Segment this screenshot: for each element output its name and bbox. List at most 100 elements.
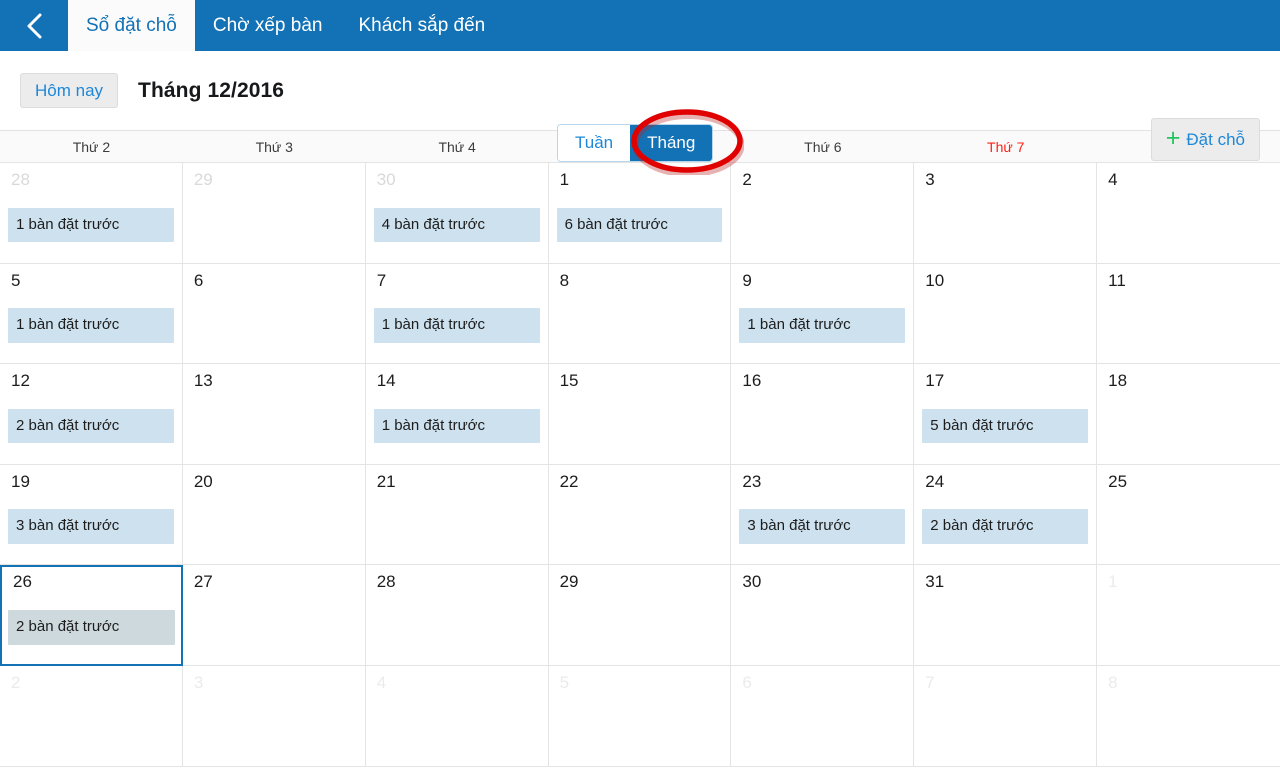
day-number: 19 (11, 471, 30, 491)
reservation-chip[interactable]: 1 bàn đặt trước (8, 207, 174, 243)
day-cell[interactable]: 13 (182, 364, 366, 465)
day-cell[interactable]: 27 (182, 565, 366, 666)
view-toggle-week[interactable]: Tuần (558, 125, 631, 162)
day-number: 2 (742, 170, 752, 189)
day-cell[interactable]: 30 (731, 565, 915, 666)
add-reservation-button[interactable]: + Đặt chỗ (1150, 118, 1260, 161)
day-number: 7 (376, 270, 387, 290)
back-button[interactable] (0, 0, 68, 51)
plus-icon: + (1165, 124, 1181, 152)
reservation-chip[interactable]: 2 bàn đặt trước (8, 610, 175, 645)
reservation-chip[interactable]: 1 bàn đặt trước (373, 408, 540, 444)
day-number: 9 (742, 270, 752, 290)
view-toggle-group: Tuần Tháng (557, 124, 714, 163)
page-title: Tháng 12/2016 (138, 78, 285, 102)
view-toggle-month-label: Tháng (647, 133, 696, 152)
day-cell[interactable]: 6 (182, 263, 366, 365)
day-number: 15 (559, 371, 579, 391)
day-number: 8 (559, 270, 570, 290)
day-cell[interactable]: 29 (182, 163, 366, 264)
day-number: 25 (1108, 471, 1128, 491)
day-cell[interactable]: 1 6 bàn đặt trước (548, 163, 732, 264)
reservation-chip[interactable]: 2 bàn đặt trước (922, 509, 1089, 544)
day-cell[interactable]: 2 (731, 163, 915, 264)
day-number: 21 (376, 471, 396, 491)
reservation-chip[interactable]: 4 bàn đặt trước (373, 207, 540, 243)
day-number: 4 (376, 672, 387, 692)
day-cell[interactable]: 22 (548, 464, 732, 566)
day-number: 14 (376, 371, 396, 391)
reservation-chip[interactable]: 3 bàn đặt trước (739, 509, 906, 544)
day-number: 26 (13, 572, 32, 592)
reservation-chip[interactable]: 5 bàn đặt trước (922, 408, 1089, 444)
day-number: 20 (193, 471, 213, 491)
reservation-chip[interactable]: 1 bàn đặt trước (739, 308, 906, 343)
day-cell[interactable]: 21 (365, 464, 549, 566)
reservation-chip[interactable]: 2 bàn đặt trước (8, 408, 174, 444)
today-button[interactable]: Hôm nay (20, 73, 119, 108)
reservation-chip[interactable]: 1 bàn đặt trước (8, 308, 174, 343)
day-cell[interactable]: 12 2 bàn đặt trước (0, 364, 183, 465)
day-cell[interactable]: 31 (914, 565, 1098, 666)
day-cell[interactable]: 29 (548, 565, 732, 666)
day-number: 7 (925, 672, 935, 692)
day-cell[interactable]: 8 (548, 263, 732, 365)
day-cell[interactable]: 5 1 bàn đặt trước (0, 263, 183, 365)
day-number: 10 (925, 270, 945, 290)
calendar-toolbar: Hôm nay Tháng 12/2016 Tuần Tháng + Đặt c… (0, 51, 1280, 175)
day-cell[interactable]: 20 (182, 464, 366, 566)
day-number: 13 (193, 371, 213, 391)
tab-khach-sap-den[interactable]: Khách sắp đến (340, 0, 503, 51)
day-cell[interactable]: 23 3 bàn đặt trước (731, 464, 915, 566)
day-cell[interactable]: 4 (365, 665, 549, 767)
day-cell[interactable]: 18 (1097, 364, 1280, 465)
day-cell[interactable]: 17 5 bàn đặt trước (914, 364, 1098, 465)
weekday-header-cell: Thứ 2 (72, 138, 111, 155)
day-cell[interactable]: 28 1 bàn đặt trước (0, 163, 183, 264)
day-cell[interactable]: 8 (1097, 665, 1280, 767)
day-cell[interactable]: 4 (1097, 163, 1280, 264)
day-cell[interactable]: 19 3 bàn đặt trước (0, 464, 183, 566)
day-cell[interactable]: 7 (914, 665, 1098, 767)
day-number: 16 (742, 371, 762, 391)
chevron-left-icon (24, 11, 44, 41)
day-number: 12 (11, 371, 30, 391)
day-number: 29 (559, 572, 579, 592)
day-number: 4 (1108, 170, 1118, 189)
day-cell-selected[interactable]: 26 2 bàn đặt trước (0, 565, 183, 666)
day-cell[interactable]: 11 (1097, 263, 1280, 365)
day-cell[interactable]: 16 (731, 364, 915, 465)
day-cell[interactable]: 2 (0, 665, 183, 767)
today-button-label: Hôm nay (35, 81, 104, 100)
calendar-month-grid: 28 1 bàn đặt trước 29 30 4 bàn đặt trước 1 6 b… (0, 163, 1280, 773)
tab-label: Khách sắp đến (358, 14, 486, 36)
tab-so-dat-cho[interactable]: Sổ đặt chỗ (68, 0, 195, 51)
reservation-chip[interactable]: 3 bàn đặt trước (8, 509, 174, 544)
day-cell[interactable]: 3 (182, 665, 366, 767)
day-number: 27 (193, 572, 213, 592)
day-number: 28 (376, 572, 396, 592)
top-navigation-bar: Sổ đặt chỗ Chờ xếp bàn Khách sắp đến (0, 0, 1280, 51)
weekday-header-cell: Thứ 4 (438, 138, 476, 155)
day-cell[interactable]: 1 (1097, 565, 1280, 666)
day-cell[interactable]: 7 1 bàn đặt trước (365, 263, 549, 365)
day-cell[interactable]: 5 (548, 665, 732, 767)
day-cell[interactable]: 24 2 bàn đặt trước (914, 464, 1098, 566)
day-cell[interactable]: 14 1 bàn đặt trước (365, 364, 549, 465)
day-cell[interactable]: 10 (914, 263, 1098, 365)
day-cell[interactable]: 25 (1097, 464, 1280, 566)
reservation-chip[interactable]: 6 bàn đặt trước (556, 207, 723, 243)
weekday-header-cell: Thứ 6 (804, 138, 842, 155)
day-cell[interactable]: 30 4 bàn đặt trước (365, 163, 549, 264)
day-cell[interactable]: 28 (365, 565, 549, 666)
day-number: 6 (742, 672, 752, 692)
day-cell[interactable]: 6 (731, 665, 915, 767)
tab-cho-xep-ban[interactable]: Chờ xếp bàn (195, 0, 341, 51)
reservation-chip[interactable]: 1 bàn đặt trước (373, 308, 540, 343)
day-number: 3 (193, 672, 204, 692)
day-number: 31 (925, 572, 945, 592)
day-cell[interactable]: 15 (548, 364, 732, 465)
day-cell[interactable]: 3 (914, 163, 1098, 264)
day-cell[interactable]: 9 1 bàn đặt trước (731, 263, 915, 365)
view-toggle-month[interactable]: Tháng (630, 125, 713, 162)
